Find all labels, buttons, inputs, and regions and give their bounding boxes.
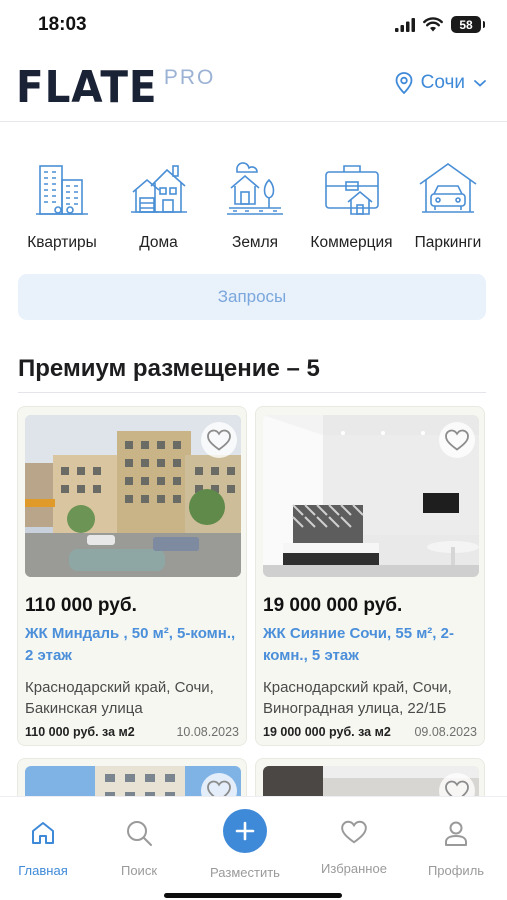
signal-icon [395, 17, 415, 32]
listing-price-per-m2: 110 000 руб. за м2 [25, 725, 135, 739]
listing-photo[interactable] [25, 415, 241, 577]
category-label: Коммерция [310, 234, 393, 251]
profile-icon [445, 821, 467, 846]
section-divider [18, 392, 486, 393]
nav-search[interactable]: Поиск [94, 819, 184, 878]
status-bar: 18:03 58 [0, 0, 507, 52]
category-label: Земля [231, 234, 279, 251]
land-icon [227, 162, 283, 215]
nav-profile[interactable]: Профиль [411, 819, 501, 878]
listing-date: 09.08.2023 [414, 725, 477, 739]
search-icon [127, 821, 152, 846]
chevron-down-icon [474, 80, 486, 87]
listing-card[interactable]: 19 000 000 руб. ЖК Сияние Сочи, 55 м², 2… [255, 406, 485, 746]
plus-icon [235, 821, 255, 841]
listing-card[interactable]: 110 000 руб. ЖК Миндаль , 50 м², 5-комн.… [17, 406, 247, 746]
nav-favorites[interactable]: Избранное [309, 819, 399, 876]
city-selector[interactable]: Сочи [395, 72, 487, 94]
wifi-icon [423, 17, 443, 32]
app-header: FLATE PRO Сочи [0, 52, 507, 122]
bottom-navigation: Главная Поиск Разместить Избранное Профи… [0, 796, 507, 900]
commerce-icon [324, 165, 379, 215]
listing-title[interactable]: ЖК Миндаль , 50 м², 5-комн., 2 этаж [25, 623, 241, 667]
listing-photo[interactable] [263, 415, 479, 577]
nav-search-label: Поиск [120, 863, 158, 878]
category-label: Дома [139, 234, 178, 251]
nav-home[interactable]: Главная [0, 819, 88, 878]
favorite-button[interactable] [201, 422, 237, 458]
app-logo[interactable]: FLATE PRO [16, 62, 215, 114]
nav-home-label: Главная [18, 863, 68, 878]
category-apartments[interactable]: Квартиры [14, 158, 110, 252]
favorite-button[interactable] [439, 422, 475, 458]
category-label: Квартиры [27, 234, 97, 251]
location-pin-icon [395, 72, 413, 94]
category-parking[interactable]: Паркинги [400, 158, 496, 252]
nav-favorites-label: Избранное [321, 861, 387, 876]
category-houses[interactable]: Дома [111, 158, 207, 252]
logo-text: FLATE [16, 62, 158, 113]
listing-price: 19 000 000 руб. [263, 595, 403, 616]
listing-title[interactable]: ЖК Сияние Сочи, 55 м², 2-комн., 5 этаж [263, 623, 479, 667]
listing-price: 110 000 руб. [25, 595, 137, 616]
heart-icon [445, 429, 469, 451]
heart-icon [341, 820, 367, 844]
listing-address: Краснодарский край, Сочи, Виноградная ул… [263, 679, 452, 717]
status-icons: 58 [395, 16, 485, 33]
listing-price-per-m2: 19 000 000 руб. за м2 [263, 725, 391, 739]
home-indicator [164, 893, 342, 898]
category-land[interactable]: Земля [207, 158, 303, 252]
category-label: Паркинги [414, 234, 482, 251]
logo-pro-badge: PRO [163, 66, 216, 89]
section-title: Премиум размещение – 5 [18, 355, 320, 382]
city-name: Сочи [420, 72, 465, 93]
house-icon [130, 165, 187, 213]
heart-icon [207, 429, 231, 451]
listing-address: Краснодарский край, Сочи, Бакинская улиц… [25, 679, 214, 717]
apartments-icon [36, 165, 88, 215]
category-bar: Квартиры Дома Земля Коммерция Паркинги [14, 158, 496, 252]
home-icon [32, 822, 54, 844]
listing-date: 10.08.2023 [176, 725, 239, 739]
nav-add-label: Разместить [210, 865, 280, 880]
status-time: 18:03 [38, 14, 87, 35]
nav-profile-label: Профиль [427, 863, 485, 878]
requests-button[interactable]: Запросы [18, 274, 486, 320]
parking-icon [419, 163, 477, 213]
battery-indicator: 58 [451, 16, 485, 33]
category-commerce[interactable]: Коммерция [304, 158, 400, 252]
add-listing-button[interactable] [223, 809, 267, 853]
